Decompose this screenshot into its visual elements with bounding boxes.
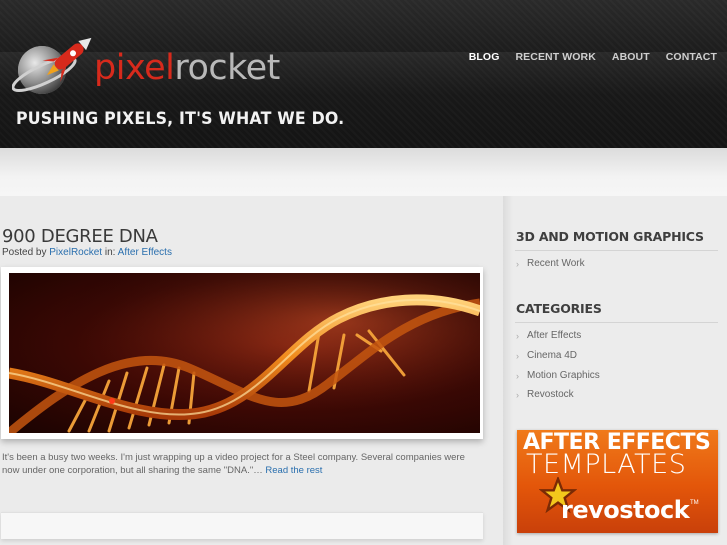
sidebar-item-motion-graphics[interactable]: › Motion Graphics bbox=[516, 370, 600, 381]
nav-blog[interactable]: BLOG bbox=[469, 51, 500, 63]
excerpt-text: It's been a busy two weeks. I'm just wra… bbox=[2, 452, 465, 476]
chevron-right-icon: › bbox=[516, 330, 519, 341]
nav-recent-work[interactable]: RECENT WORK bbox=[515, 51, 595, 63]
sidebar: 3D AND MOTION GRAPHICS › Recent Work CAT… bbox=[503, 196, 727, 545]
site-tagline: PUSHING PIXELS, IT'S WHAT WE DO. bbox=[16, 109, 345, 129]
sidebar-divider bbox=[515, 322, 718, 323]
dna-illustration bbox=[9, 273, 480, 433]
sidebar-item-label[interactable]: Revostock bbox=[527, 389, 574, 400]
main-content: 900 DEGREE DNA Posted by PixelRocket in:… bbox=[0, 196, 500, 545]
site-header: pixelrocket PUSHING PIXELS, IT'S WHAT WE… bbox=[0, 0, 727, 148]
post-meta: Posted by PixelRocket in: After Effects bbox=[2, 247, 172, 258]
nav-contact[interactable]: CONTACT bbox=[666, 51, 717, 63]
sidebar-item-after-effects[interactable]: › After Effects bbox=[516, 330, 581, 341]
ad-brand: revostock bbox=[561, 496, 690, 524]
sidebar-heading-motion-graphics: 3D AND MOTION GRAPHICS bbox=[516, 229, 704, 244]
logo-part-rocket: rocket bbox=[174, 48, 280, 88]
revostock-ad-banner[interactable]: AFTER EFFECTS TEMPLATES revostock TM bbox=[517, 430, 718, 533]
author-link[interactable]: PixelRocket bbox=[49, 247, 102, 258]
dna-helix-image[interactable] bbox=[9, 273, 480, 433]
nav-about[interactable]: ABOUT bbox=[612, 51, 650, 63]
rocket-logo-icon[interactable] bbox=[12, 22, 102, 102]
chevron-right-icon: › bbox=[516, 389, 519, 400]
sidebar-item-label[interactable]: Recent Work bbox=[527, 258, 585, 269]
sidebar-item-label[interactable]: After Effects bbox=[527, 330, 581, 341]
sidebar-heading-categories: CATEGORIES bbox=[516, 301, 602, 316]
sidebar-item-label[interactable]: Motion Graphics bbox=[527, 370, 600, 381]
post-image-frame bbox=[1, 267, 483, 439]
header-shadow-strip bbox=[0, 148, 727, 196]
main-nav: BLOG RECENT WORK ABOUT CONTACT bbox=[469, 51, 717, 63]
chevron-right-icon: › bbox=[516, 370, 519, 381]
post-excerpt: It's been a busy two weeks. I'm just wra… bbox=[2, 451, 482, 477]
sidebar-item-revostock[interactable]: › Revostock bbox=[516, 389, 574, 400]
read-more-link[interactable]: Read the rest bbox=[265, 465, 322, 476]
sidebar-item-label[interactable]: Cinema 4D bbox=[527, 350, 577, 361]
sidebar-item-cinema-4d[interactable]: › Cinema 4D bbox=[516, 350, 577, 361]
meta-in: in: bbox=[104, 247, 116, 258]
next-post-box bbox=[1, 512, 483, 539]
site-logo-text[interactable]: pixelrocket bbox=[94, 48, 280, 88]
sidebar-item-recent-work[interactable]: › Recent Work bbox=[516, 258, 585, 269]
sidebar-divider bbox=[515, 250, 718, 251]
meta-posted-by: Posted by bbox=[2, 247, 47, 258]
ad-trademark: TM bbox=[690, 500, 699, 506]
ad-line2: TEMPLATES bbox=[526, 449, 687, 480]
chevron-right-icon: › bbox=[516, 350, 519, 361]
logo-part-pixel: pixel bbox=[94, 48, 175, 88]
chevron-right-icon: › bbox=[516, 258, 519, 269]
category-link[interactable]: After Effects bbox=[118, 247, 172, 258]
post-title[interactable]: 900 DEGREE DNA bbox=[2, 226, 158, 247]
